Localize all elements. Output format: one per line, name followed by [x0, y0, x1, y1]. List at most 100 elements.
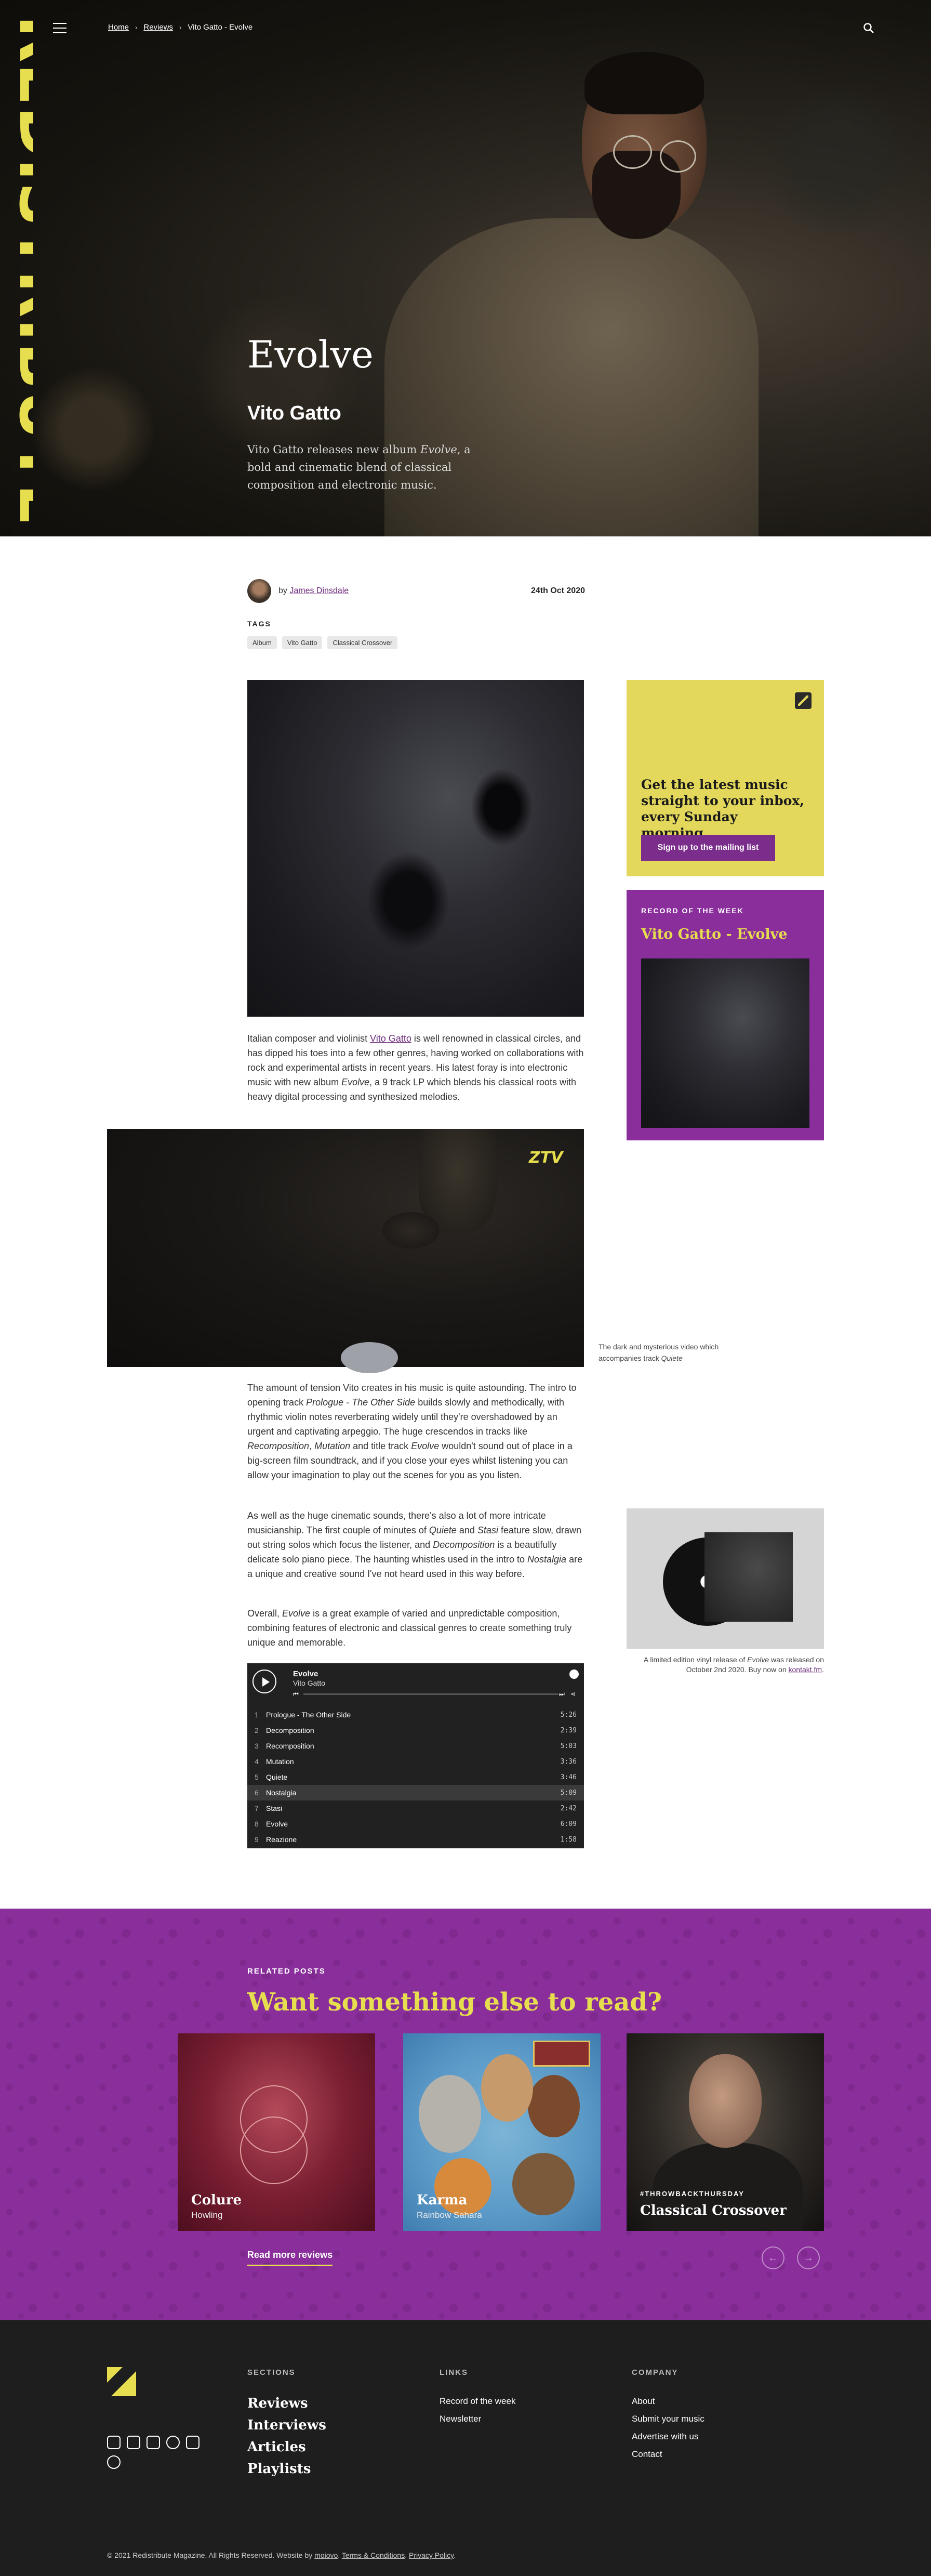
track-row[interactable]: 7 Stasi 2:42: [247, 1800, 584, 1816]
page-title: Evolve: [247, 333, 374, 376]
flipboard-icon[interactable]: [186, 2436, 200, 2449]
rotw-image[interactable]: [641, 958, 809, 1128]
tag-vito-gatto[interactable]: Vito Gatto: [282, 636, 323, 649]
read-more-reviews-link[interactable]: Read more reviews: [247, 2250, 333, 2266]
avatar: [247, 579, 271, 603]
track-number: 3: [255, 1742, 259, 1750]
footer-link-articles[interactable]: Articles: [247, 2436, 326, 2458]
music-video[interactable]: ZTV: [107, 1129, 584, 1373]
track-name: Nostalgia: [266, 1789, 297, 1797]
card-kicker: #THROWBACKTHURSDAY: [640, 2190, 744, 2198]
track-number: 2: [255, 1726, 259, 1734]
signup-text: Get the latest music straight to your in…: [641, 777, 805, 840]
search-icon[interactable]: [862, 22, 875, 34]
instagram-icon[interactable]: [107, 2436, 121, 2449]
footer-link-playlists[interactable]: Playlists: [247, 2458, 326, 2480]
footer-link-submit[interactable]: Submit your music: [632, 2410, 704, 2428]
footer-link-about[interactable]: About: [632, 2393, 704, 2410]
rotw-title[interactable]: Vito Gatto - Evolve: [641, 926, 788, 942]
footer-link-newsletter[interactable]: Newsletter: [440, 2410, 515, 2428]
copyright: © 2021 Redistribute Magazine. All Rights…: [107, 2551, 456, 2559]
track-duration: 1:58: [560, 1835, 577, 1844]
progress-bar[interactable]: [303, 1693, 558, 1695]
track-row[interactable]: 2 Decomposition 2:39: [247, 1723, 584, 1738]
tag-album[interactable]: Album: [247, 636, 277, 649]
track-row[interactable]: 5 Quiete 3:46: [247, 1769, 584, 1785]
share-icon[interactable]: ⋖: [570, 1690, 576, 1698]
track-number: 8: [255, 1820, 259, 1828]
footer-link-contact[interactable]: Contact: [632, 2446, 704, 2463]
related-card-karma[interactable]: Karma Rainbow Sahara: [403, 2033, 601, 2231]
publish-date: 24th Oct 2020: [530, 586, 585, 595]
article-paragraph-2: The amount of tension Vito creates in hi…: [247, 1383, 577, 1480]
track-number: 7: [255, 1804, 259, 1812]
track-name: Quiete: [266, 1773, 288, 1781]
player-album: Evolve: [293, 1670, 318, 1678]
moiovo-link[interactable]: moiovo: [314, 2551, 338, 2559]
brand-mark-icon: [795, 692, 812, 709]
kontakt-link[interactable]: kontakt.fm: [789, 1665, 822, 1674]
track-duration: 3:36: [560, 1757, 577, 1766]
tags-heading: TAGS: [247, 620, 271, 628]
author-link[interactable]: James Dinsdale: [289, 586, 349, 595]
footer-logo[interactable]: [107, 2367, 136, 2396]
spotify-icon[interactable]: [166, 2436, 180, 2449]
artist-link[interactable]: Vito Gatto: [370, 1033, 411, 1044]
track-row[interactable]: 3 Recomposition 5:03: [247, 1738, 584, 1754]
article-paragraph-1: Italian composer and violinist Vito Gatt…: [247, 1033, 584, 1102]
footer-link-advertise[interactable]: Advertise with us: [632, 2428, 704, 2446]
breadcrumb: Home › Reviews › Vito Gatto - Evolve: [108, 23, 252, 32]
spotify-player: Evolve Vito Gatto ⏮ ⏭ ⋖ 1 Prologue - The …: [247, 1663, 584, 1848]
related-card-colure[interactable]: Colure Howling: [178, 2033, 375, 2231]
signup-button[interactable]: Sign up to the mailing list: [641, 835, 775, 861]
tag-classical-crossover[interactable]: Classical Crossover: [327, 636, 398, 649]
track-list: 1 Prologue - The Other Side 5:26 2 Decomposi…: [247, 1707, 584, 1847]
previous-track-icon[interactable]: ⏮: [293, 1690, 299, 1698]
threads-icon[interactable]: [107, 2455, 121, 2469]
artist-name: Vito Gatto: [247, 402, 341, 424]
record-of-the-week[interactable]: RECORD OF THE WEEK Vito Gatto - Evolve: [627, 890, 824, 1140]
track-duration: 5:03: [560, 1742, 577, 1750]
track-duration: 5:09: [560, 1789, 577, 1797]
social-links: [107, 2436, 211, 2469]
card-title: Karma: [417, 2192, 468, 2208]
track-name: Evolve: [266, 1820, 288, 1828]
play-icon[interactable]: [252, 1670, 276, 1693]
hero: Home › Reviews › Vito Gatto - Evolve Evo…: [0, 0, 931, 536]
privacy-link[interactable]: Privacy Policy: [409, 2551, 454, 2559]
footer-link-record-of-the-week[interactable]: Record of the week: [440, 2393, 515, 2410]
track-row[interactable]: 6 Nostalgia 5:09: [247, 1785, 584, 1800]
twitter-icon[interactable]: [147, 2436, 160, 2449]
track-duration: 5:26: [560, 1711, 577, 1719]
footer-link-reviews[interactable]: Reviews: [247, 2393, 326, 2414]
footer: SECTIONS Reviews Interviews Articles Pla…: [0, 2320, 931, 2576]
article-meta: by James Dinsdale 24th Oct 2020: [247, 579, 585, 605]
related-card-classical-crossover[interactable]: #THROWBACKTHURSDAY Classical Crossover: [627, 2033, 824, 2231]
arrow-right-icon[interactable]: →: [797, 2246, 820, 2269]
hamburger-icon[interactable]: [53, 23, 66, 33]
arrow-left-icon[interactable]: ←: [762, 2246, 784, 2269]
article-paragraph-3: As well as the huge cinematic sounds, th…: [247, 1510, 583, 1579]
footer-company: COMPANY About Submit your music Advertis…: [632, 2368, 704, 2463]
breadcrumb-home[interactable]: Home: [108, 23, 129, 32]
track-row[interactable]: 4 Mutation 3:36: [247, 1754, 584, 1769]
player-artist: Vito Gatto: [293, 1679, 326, 1687]
breadcrumb-reviews[interactable]: Reviews: [143, 23, 173, 32]
spotify-icon[interactable]: [569, 1670, 579, 1679]
facebook-icon[interactable]: [127, 2436, 140, 2449]
track-number: 5: [255, 1773, 259, 1781]
track-row[interactable]: 1 Prologue - The Other Side 5:26: [247, 1707, 584, 1723]
track-row[interactable]: 8 Evolve 6:09: [247, 1816, 584, 1832]
video-channel-logo: ZTV: [529, 1149, 563, 1167]
track-name: Recomposition: [266, 1742, 314, 1750]
track-number: 4: [255, 1757, 259, 1766]
next-track-icon[interactable]: ⏭: [559, 1690, 565, 1698]
vinyl-image: [627, 1508, 824, 1649]
terms-link[interactable]: Terms & Conditions: [342, 2551, 405, 2559]
footer-links: LINKS Record of the week Newsletter: [440, 2368, 515, 2428]
footer-link-interviews[interactable]: Interviews: [247, 2414, 326, 2436]
track-duration: 3:46: [560, 1773, 577, 1781]
track-row[interactable]: 9 Reazione 1:58: [247, 1832, 584, 1847]
footer-sections-heading: SECTIONS: [247, 2368, 296, 2377]
brand-logo-vertical[interactable]: REDISTRIBUTE: [0, 0, 33, 567]
